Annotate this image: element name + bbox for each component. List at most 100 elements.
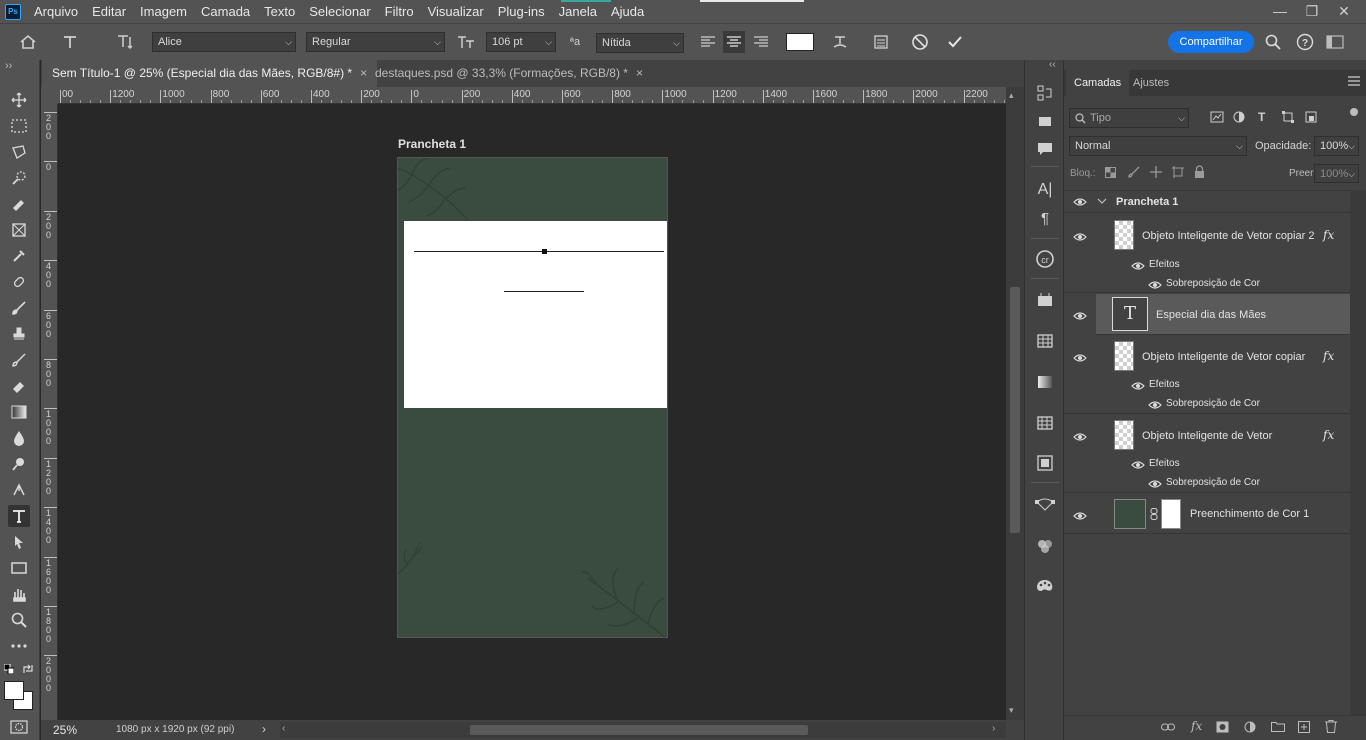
antialias-select[interactable]: Nítida ⌵ [596, 33, 684, 53]
vertical-scrollbar[interactable]: ▴ ▾ [1006, 87, 1024, 720]
fx-icon[interactable]: fx [1323, 349, 1334, 363]
visibility-eye-icon[interactable] [1073, 311, 1087, 321]
menu-camada[interactable]: Camada [194, 0, 257, 23]
brush-tool-icon[interactable] [8, 297, 30, 319]
layer-row-smart-object[interactable]: Objeto Inteligente de Vetor fx Efeitos S… [1064, 414, 1350, 493]
gradient-tool-icon[interactable] [8, 401, 30, 423]
search-icon[interactable] [1262, 31, 1284, 53]
filter-shape-icon[interactable] [1282, 111, 1294, 123]
link-layers-icon[interactable] [1161, 722, 1175, 732]
new-layer-icon[interactable] [1298, 721, 1310, 733]
menu-ajuda[interactable]: Ajuda [604, 0, 651, 23]
visibility-eye-icon[interactable] [1073, 232, 1087, 242]
default-colors-icon[interactable] [4, 664, 14, 674]
panel-menu-icon[interactable] [1348, 76, 1360, 86]
layer-row-smart-object-copy-2[interactable]: Objeto Inteligente de Vetor copiar 2 fx … [1064, 213, 1350, 293]
character-panel-icon[interactable] [870, 31, 892, 53]
horizontal-scroll-thumb[interactable] [470, 725, 808, 735]
font-style-select[interactable]: Regular ⌵ [306, 32, 445, 52]
pen-selection-tool-icon[interactable] [8, 193, 30, 215]
visibility-eye-icon[interactable] [1148, 479, 1162, 489]
history-panel-icon[interactable] [1034, 82, 1056, 104]
blur-tool-icon[interactable] [8, 427, 30, 449]
tab-ajustes[interactable]: Ajustes [1125, 70, 1177, 96]
scroll-right-icon[interactable]: › [992, 723, 995, 734]
lasso-tool-icon[interactable] [8, 141, 30, 163]
help-icon[interactable]: ? [1294, 31, 1316, 53]
close-window-button[interactable]: ✕ [1328, 0, 1360, 23]
zoom-tool-icon[interactable] [8, 609, 30, 631]
frame-tool-icon[interactable] [8, 219, 30, 241]
filter-toggle[interactable] [1350, 108, 1358, 116]
layer-row-artboard[interactable]: Prancheta 1 [1064, 191, 1350, 213]
libraries-panel-icon[interactable]: cr [1034, 248, 1056, 270]
marquee-tool-icon[interactable] [8, 115, 30, 137]
actions-panel-icon[interactable] [1034, 110, 1056, 132]
character-panel-icon[interactable]: A| [1034, 179, 1056, 201]
navigator-panel-icon[interactable] [1034, 452, 1056, 474]
move-tool-icon[interactable] [8, 89, 30, 111]
layer-row-text-selected[interactable]: T Especial dia das Mães [1096, 294, 1350, 335]
collapse-toolbar-icon[interactable]: ›› [5, 60, 12, 72]
pen-tool-icon[interactable] [8, 479, 30, 501]
menu-visualizar[interactable]: Visualizar [421, 0, 491, 23]
new-group-icon[interactable] [1271, 721, 1285, 732]
menu-janela[interactable]: Janela [552, 0, 604, 23]
tab-camadas[interactable]: Camadas [1066, 70, 1130, 96]
zoom-level[interactable]: 25% [53, 723, 77, 737]
type-tool-icon[interactable] [8, 505, 30, 527]
fx-icon[interactable]: fx [1323, 228, 1334, 242]
menu-filtro[interactable]: Filtro [378, 0, 421, 23]
align-right-icon[interactable] [750, 31, 772, 53]
paths-panel-icon[interactable] [1034, 494, 1056, 516]
visibility-eye-icon[interactable] [1073, 353, 1087, 363]
tab-sem-titulo[interactable]: Sem Título-1 @ 25% (Especial dia das Mãe… [42, 60, 378, 87]
font-family-select[interactable]: Alice ⌵ [152, 32, 296, 52]
patterns-panel-icon[interactable] [1034, 412, 1056, 434]
restore-button[interactable]: ❐ [1296, 0, 1328, 23]
visibility-eye-icon[interactable] [1073, 197, 1087, 207]
scroll-down-icon[interactable]: ▾ [1009, 705, 1014, 716]
text-layer-box[interactable] [404, 221, 667, 408]
filter-adjustment-icon[interactable] [1233, 111, 1245, 123]
link-icon[interactable] [1150, 508, 1158, 520]
layers-scrollbar[interactable] [1350, 190, 1366, 715]
menu-plugins[interactable]: Plug-ins [491, 0, 552, 23]
visibility-eye-icon[interactable] [1148, 400, 1162, 410]
eraser-tool-icon[interactable] [8, 375, 30, 397]
artboard[interactable] [397, 157, 668, 638]
visibility-eye-icon[interactable] [1131, 381, 1145, 391]
home-icon[interactable] [17, 31, 39, 53]
share-button[interactable]: Compartilhar [1168, 31, 1254, 53]
warp-text-icon[interactable] [829, 31, 851, 53]
blend-mode-select[interactable]: Normal ⌵ [1069, 136, 1247, 156]
workspace-icon[interactable] [1324, 31, 1346, 53]
cancel-edit-icon[interactable] [909, 31, 931, 53]
dodge-tool-icon[interactable] [8, 453, 30, 475]
toggle-text-orientation-icon[interactable] [114, 31, 136, 53]
lock-position-icon[interactable] [1150, 166, 1162, 178]
color-panel-icon[interactable] [1034, 575, 1056, 597]
text-anchor-handle[interactable] [542, 249, 547, 254]
menu-imagem[interactable]: Imagem [133, 0, 194, 23]
text-color-swatch[interactable] [786, 33, 814, 51]
commit-edit-icon[interactable] [944, 31, 966, 53]
fill-input[interactable]: 100% ⌵ [1314, 164, 1359, 183]
close-tab-icon[interactable]: × [636, 66, 643, 80]
quick-mask-icon[interactable] [10, 720, 28, 734]
fx-icon[interactable]: fx [1323, 428, 1334, 442]
quick-selection-tool-icon[interactable] [8, 167, 30, 189]
paragraph-panel-icon[interactable]: ¶ [1034, 207, 1056, 229]
layer-row-fill[interactable]: Preenchimento de Cor 1 [1064, 493, 1350, 534]
layer-filter-select[interactable]: Tipo ⌵ [1069, 108, 1189, 128]
lock-pixels-icon[interactable] [1128, 166, 1140, 178]
hand-tool-icon[interactable] [8, 583, 30, 605]
type-tool-preset-icon[interactable] [59, 31, 81, 53]
visibility-eye-icon[interactable] [1131, 261, 1145, 271]
lock-artboard-icon[interactable] [1172, 166, 1184, 178]
artboards-panel-icon[interactable] [1034, 289, 1056, 311]
delete-layer-icon[interactable] [1325, 720, 1337, 733]
add-style-fx-icon[interactable]: fx [1191, 719, 1202, 733]
menu-arquivo[interactable]: Arquivo [27, 0, 85, 23]
font-size-input[interactable]: 106 pt ⌵ [486, 32, 556, 52]
